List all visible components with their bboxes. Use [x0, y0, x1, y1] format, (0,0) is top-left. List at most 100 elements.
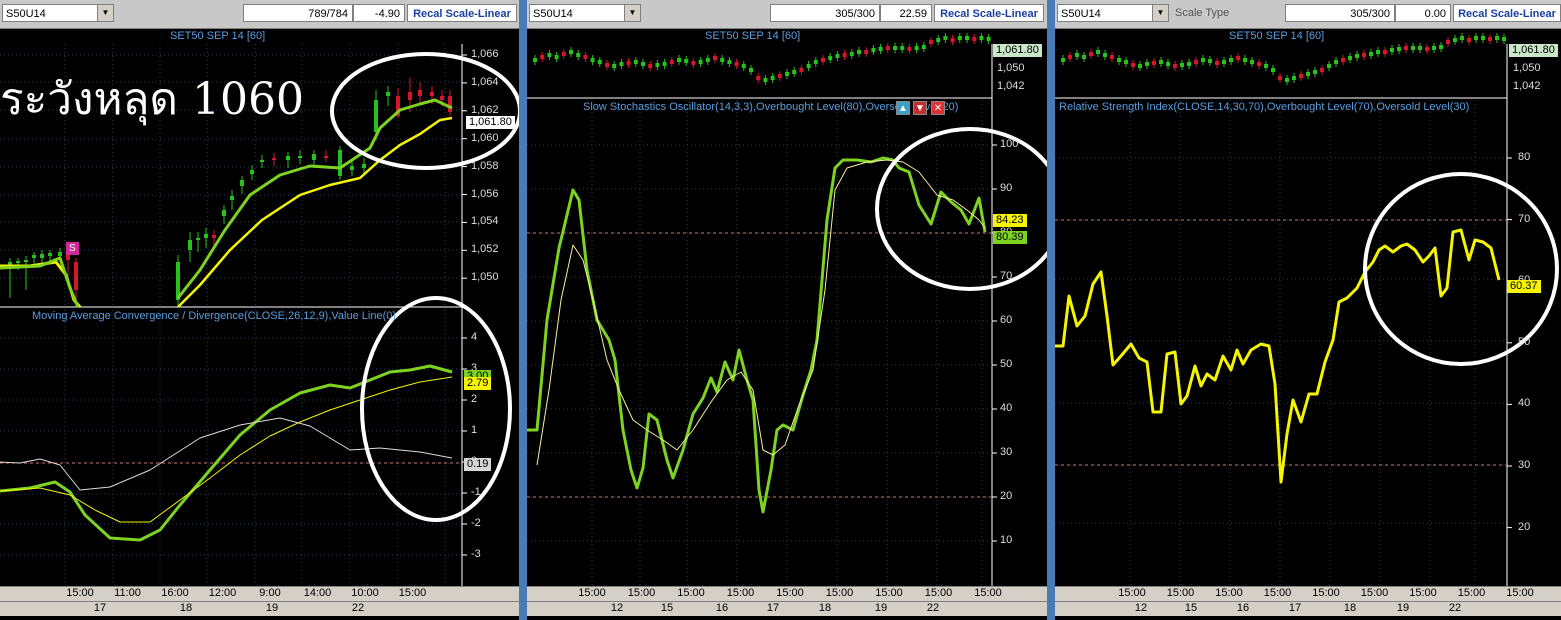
- mini-candle: [936, 38, 941, 42]
- price-candle: [374, 100, 378, 132]
- mini-candle: [1278, 76, 1282, 80]
- price-candle: [40, 254, 44, 258]
- mini-candle: [1271, 68, 1275, 72]
- mini-candle: [1229, 58, 1233, 62]
- panel-divider[interactable]: [1047, 0, 1055, 620]
- price-candle: [250, 170, 254, 174]
- time-label: 15:00: [974, 587, 1002, 599]
- chart-canvas-2[interactable]: [527, 0, 1047, 620]
- rsi-tag: 60.37: [1507, 280, 1541, 293]
- mini-candle: [813, 60, 818, 64]
- mini-candle: [921, 45, 926, 49]
- mini-candle: [1138, 64, 1142, 68]
- mini-candle: [1369, 52, 1373, 56]
- price-candle: [24, 260, 28, 262]
- mini-candle: [1243, 58, 1247, 62]
- mini-candle: [885, 46, 890, 50]
- mini-candle: [1348, 56, 1352, 60]
- mini-candle: [1362, 53, 1366, 57]
- price-candle: [58, 252, 62, 256]
- mini-candle: [1397, 47, 1401, 51]
- mini-candle: [1481, 36, 1485, 40]
- price-candle: [298, 156, 302, 158]
- mini-candle: [705, 58, 710, 62]
- annotation-text: ระวังหลุด 1060: [0, 74, 304, 125]
- time-label: 15:00: [66, 587, 94, 599]
- mini-candle: [842, 53, 847, 57]
- mini-candle: [986, 37, 991, 41]
- panel-divider[interactable]: [519, 0, 527, 620]
- mini-candle: [943, 36, 948, 40]
- date-label: 18: [179, 602, 193, 614]
- mini-candle: [1159, 60, 1163, 64]
- price-candle: [448, 96, 452, 112]
- price-candle: [418, 90, 422, 96]
- mini-candle: [900, 46, 905, 50]
- price-candle: [272, 158, 276, 160]
- date-label: 15: [1184, 602, 1198, 614]
- mini-candle: [669, 60, 674, 64]
- time-label: 15:00: [825, 587, 854, 599]
- date-label: 17: [766, 602, 780, 614]
- rsi-tick-label: 80: [1518, 151, 1531, 163]
- price-candle: [240, 180, 244, 186]
- mini-candle: [1110, 55, 1114, 59]
- mini-candle: [1467, 38, 1471, 42]
- mini-candle: [576, 53, 581, 57]
- date-label: 19: [265, 602, 279, 614]
- price-candle: [338, 150, 342, 176]
- time-label: 15:00: [578, 587, 606, 599]
- mini-candle: [1292, 76, 1296, 80]
- move-up-icon[interactable]: ▲: [896, 101, 910, 115]
- time-label: 15:00: [1506, 587, 1534, 599]
- rsi-tick-label: 40: [1518, 397, 1531, 410]
- mini-candle: [806, 64, 811, 68]
- mini-candle: [756, 76, 761, 80]
- price-candle: [362, 164, 366, 168]
- mini-candle: [1166, 62, 1170, 66]
- mini-candle: [1131, 63, 1135, 67]
- date-label: 18: [818, 602, 832, 614]
- mini-candle: [835, 54, 840, 58]
- price-chart-title: SET50 SEP 14 [60]: [705, 30, 801, 42]
- price-candle: [430, 92, 434, 96]
- mini-candle: [1439, 45, 1443, 49]
- mini-candle: [785, 72, 789, 76]
- mini-candle: [554, 55, 559, 59]
- date-label: 22: [1448, 602, 1462, 614]
- stochastic-tick-label: 10: [1000, 534, 1013, 546]
- mini-candle: [569, 50, 573, 54]
- mini-candle: [633, 60, 638, 64]
- date-label: 16: [715, 602, 729, 614]
- mini-candle: [1327, 64, 1331, 68]
- mini-candle: [878, 47, 883, 51]
- mini-candle: [849, 52, 854, 56]
- chart-canvas-3[interactable]: [1055, 0, 1561, 620]
- mini-candle: [1404, 46, 1408, 50]
- mini-candle: [1390, 48, 1394, 52]
- stochastic-tick-label: 70: [1000, 270, 1013, 282]
- mini-candle: [1117, 58, 1121, 62]
- price-tick-label: 1,054: [471, 215, 499, 228]
- mini-candle: [1488, 37, 1492, 41]
- mini-candle: [799, 68, 804, 72]
- mini-candle: [1236, 56, 1240, 60]
- move-down-icon[interactable]: ▼: [913, 101, 927, 115]
- mini-candle: [1208, 59, 1212, 63]
- date-label: 17: [1288, 602, 1302, 614]
- macd-tick-label: -1: [471, 486, 481, 498]
- stochastic-tick-label: 90: [1000, 182, 1013, 194]
- time-label: 10:00: [351, 587, 379, 599]
- mini-candle: [1306, 72, 1310, 76]
- mini-candle: [1299, 74, 1303, 78]
- close-icon[interactable]: ✕: [931, 101, 945, 115]
- mini-candle: [1124, 60, 1128, 64]
- mini-candle: [1180, 63, 1184, 67]
- mini-candle: [1173, 64, 1177, 68]
- mini-candle: [828, 56, 833, 60]
- mini-candle: [1222, 60, 1226, 64]
- mini-candle: [684, 59, 689, 63]
- mini-candle: [821, 58, 825, 62]
- price-tick-label: 1,052: [471, 243, 499, 256]
- mini-candle: [720, 58, 725, 62]
